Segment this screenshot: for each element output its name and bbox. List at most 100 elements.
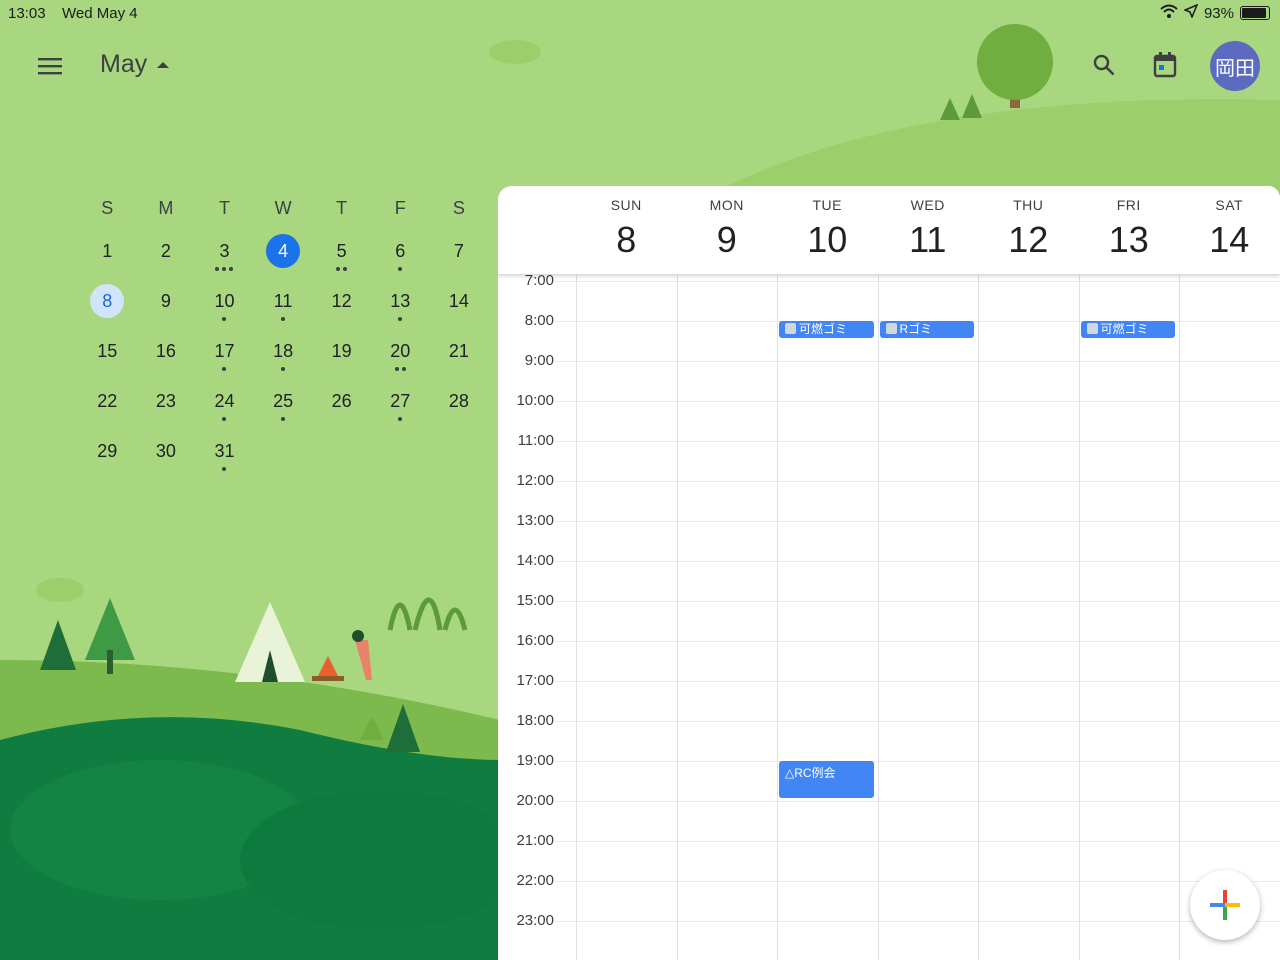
event-dots xyxy=(394,367,406,372)
mini-day-number: 1 xyxy=(102,240,113,261)
mini-day-cell[interactable]: 23 xyxy=(137,376,196,426)
calendar-event[interactable]: 可燃ゴミ xyxy=(779,321,874,338)
day-header-sun[interactable]: SUN 8 xyxy=(576,186,677,274)
mini-day-cell[interactable]: 1 xyxy=(78,226,137,276)
plus-icon xyxy=(1210,890,1240,920)
calendar-event[interactable]: △RC例会 xyxy=(779,761,874,798)
event-dot xyxy=(343,267,348,271)
mini-day-cell[interactable]: 29 xyxy=(78,426,137,476)
event-dot xyxy=(222,467,227,471)
hour-label: 9:00 xyxy=(524,352,554,369)
mini-weekday-label: S xyxy=(452,198,465,218)
event-dot xyxy=(398,267,403,271)
day-column-divider xyxy=(1179,252,1180,960)
event-dots xyxy=(222,317,227,322)
day-column-divider xyxy=(777,252,778,960)
mini-day-cell[interactable]: 26 xyxy=(312,376,371,426)
mini-day-number: 24 xyxy=(214,390,235,411)
mini-day-cell[interactable]: 18 xyxy=(254,326,313,376)
week-day-header: SUN 8 MON 9 TUE 10 WED 11 THU 12 FRI 13 SAT 14 xyxy=(498,186,1280,275)
status-bar: 13:03 Wed May 4 93% xyxy=(0,0,1280,26)
mini-day-cell[interactable]: 9 xyxy=(137,276,196,326)
event-dot xyxy=(281,317,286,321)
mini-day-cell[interactable]: 19 xyxy=(312,326,371,376)
mini-weekday-label: T xyxy=(218,198,230,218)
create-event-button[interactable] xyxy=(1190,870,1260,940)
day-header-sat[interactable]: SAT 14 xyxy=(1179,186,1280,274)
event-title: 可燃ゴミ xyxy=(799,322,848,336)
status-date: Wed May 4 xyxy=(62,5,138,22)
day-name: WED xyxy=(910,197,945,213)
mini-day-cell[interactable]: 16 xyxy=(137,326,196,376)
mini-day-cell[interactable]: 27 xyxy=(371,376,430,426)
mini-day-cell[interactable]: 12 xyxy=(312,276,371,326)
mini-weekday-label: F xyxy=(394,198,406,218)
mini-day-cell[interactable]: 15 xyxy=(78,326,137,376)
day-header-tue[interactable]: TUE 10 xyxy=(777,186,878,274)
day-date: 10 xyxy=(807,219,848,260)
mini-day-cell[interactable]: 20 xyxy=(371,326,430,376)
event-dots xyxy=(222,467,227,472)
mini-day-cell[interactable]: 21 xyxy=(430,326,489,376)
mini-day-cell[interactable]: 3 xyxy=(195,226,254,276)
hour-gridline xyxy=(554,681,1280,682)
event-dot xyxy=(222,367,227,371)
day-column-divider xyxy=(978,252,979,960)
mini-day-cell[interactable]: 24 xyxy=(195,376,254,426)
day-column-divider xyxy=(676,252,678,960)
mini-day-cell[interactable]: 2 xyxy=(137,226,196,276)
mini-day-number: 12 xyxy=(331,290,352,311)
search-button[interactable] xyxy=(1084,45,1124,85)
day-header-mon[interactable]: MON 9 xyxy=(677,186,778,274)
mini-day-number: 29 xyxy=(97,440,118,461)
mini-day-cell[interactable]: 14 xyxy=(430,276,489,326)
today-button[interactable] xyxy=(1145,45,1185,85)
account-avatar[interactable]: 岡田 xyxy=(1210,41,1260,91)
mini-day-cell[interactable]: 22 xyxy=(78,376,137,426)
mini-day-cell[interactable]: 10 xyxy=(195,276,254,326)
location-icon xyxy=(1182,3,1199,22)
day-date: 11 xyxy=(909,219,947,260)
mini-day-cell[interactable]: 17 xyxy=(195,326,254,376)
mini-day-cell[interactable]: 6 xyxy=(371,226,430,276)
mini-day-cell[interactable]: 5 xyxy=(312,226,371,276)
day-header-fri[interactable]: FRI 13 xyxy=(1079,186,1180,274)
mini-day-cell[interactable]: 8 xyxy=(78,276,137,326)
search-icon xyxy=(1093,54,1115,76)
event-dots xyxy=(398,267,403,272)
mini-day-cell[interactable]: 31 xyxy=(195,426,254,476)
hour-gridline xyxy=(554,601,1280,602)
event-dots xyxy=(281,317,286,322)
event-title: Rゴミ xyxy=(899,322,933,336)
mini-day-cell[interactable]: 11 xyxy=(254,276,313,326)
mini-day-number: 18 xyxy=(273,340,294,361)
mini-day-number: 10 xyxy=(214,290,235,311)
calendar-event[interactable]: 可燃ゴミ xyxy=(1080,321,1175,338)
calendar-event[interactable]: Rゴミ xyxy=(879,321,974,338)
event-title: 可燃ゴミ xyxy=(1100,322,1149,336)
hour-gridline xyxy=(554,721,1280,722)
menu-button[interactable] xyxy=(30,46,70,86)
mini-day-cell[interactable]: 7 xyxy=(430,226,489,276)
mini-day-cell[interactable]: 30 xyxy=(137,426,196,476)
mini-day-cell[interactable]: 4 xyxy=(254,226,313,276)
trash-icon xyxy=(1086,323,1098,334)
mini-day-cell[interactable]: 28 xyxy=(430,376,489,426)
day-column-divider xyxy=(877,252,879,960)
event-dot xyxy=(398,317,403,321)
hour-gridline xyxy=(554,841,1280,842)
mini-day-cell[interactable]: 25 xyxy=(254,376,313,426)
mini-weekday-label: W xyxy=(274,198,292,218)
mini-day-number: 28 xyxy=(448,390,469,411)
hour-label: 19:00 xyxy=(516,752,554,769)
hour-label: 16:00 xyxy=(516,632,554,649)
mini-weekday-label: T xyxy=(336,198,348,218)
day-header-thu[interactable]: THU 12 xyxy=(978,186,1079,274)
day-date: 14 xyxy=(1209,219,1250,260)
mini-day-cell[interactable]: 13 xyxy=(371,276,430,326)
hour-gridline xyxy=(554,521,1280,522)
month-dropdown-button[interactable]: May xyxy=(100,50,170,79)
hour-label: 20:00 xyxy=(516,792,554,809)
mini-day-number: 20 xyxy=(390,340,411,361)
day-header-wed[interactable]: WED 11 xyxy=(878,186,979,274)
